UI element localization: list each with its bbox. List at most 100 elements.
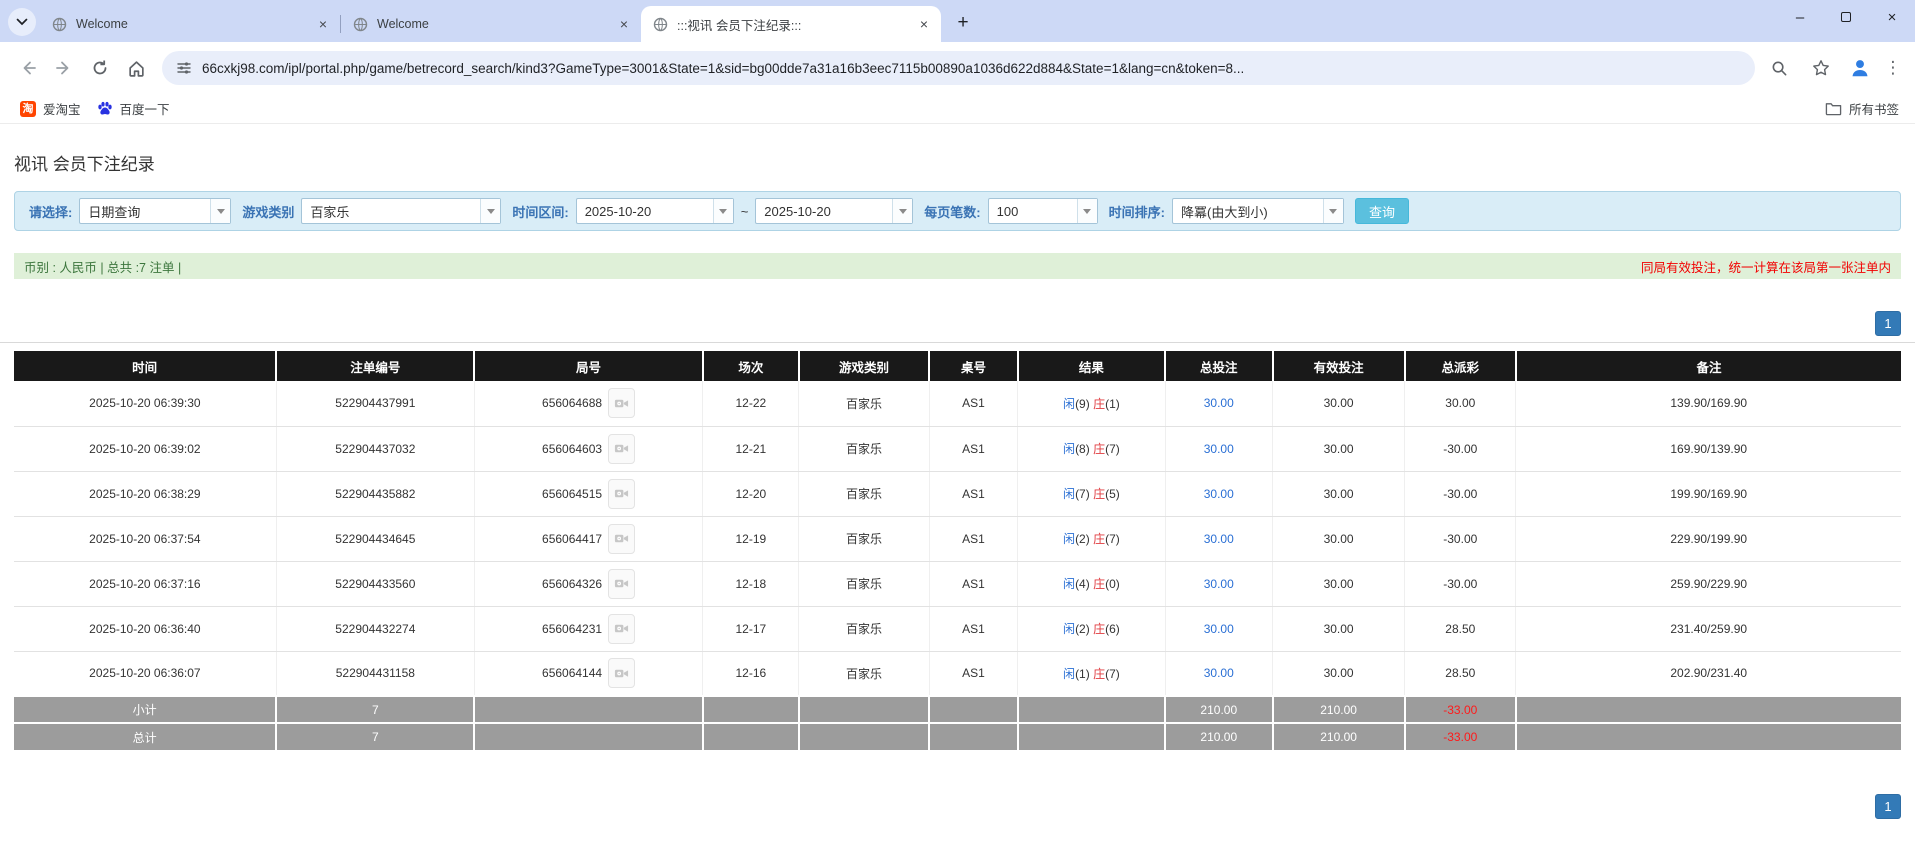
session-cell: 12-21: [703, 426, 799, 471]
round-number: 656064326: [542, 577, 602, 591]
chevron-down-icon[interactable]: [892, 199, 912, 223]
bookmark-baidu[interactable]: 百度一下: [89, 96, 178, 121]
bookmark-star-button[interactable]: [1803, 50, 1839, 86]
banker-score: (0): [1105, 577, 1120, 591]
time-cell: 2025-10-20 06:36:07: [14, 651, 276, 696]
site-info-icon[interactable]: [176, 60, 192, 76]
player-label: 闲: [1063, 532, 1075, 546]
video-replay-button[interactable]: [608, 569, 635, 599]
total-bet-link[interactable]: 30.00: [1204, 442, 1234, 456]
table-no-cell: AS1: [929, 471, 1018, 516]
close-icon[interactable]: ×: [615, 15, 633, 33]
date-from-picker[interactable]: 2025-10-20: [576, 198, 734, 224]
all-bookmarks-button[interactable]: 所有书签: [1825, 99, 1899, 118]
total-bet-link[interactable]: 30.00: [1204, 577, 1234, 591]
game-type-cell: 百家乐: [799, 561, 929, 606]
time-cell: 2025-10-20 06:36:40: [14, 606, 276, 651]
valid-bet-cell: 30.00: [1273, 381, 1405, 426]
video-replay-button[interactable]: [608, 434, 635, 464]
bet-id-cell: 522904432274: [276, 606, 474, 651]
chevron-down-icon: [16, 18, 28, 26]
round-cell: 656064515: [474, 471, 702, 516]
person-icon: [1849, 57, 1871, 79]
chevron-down-icon[interactable]: [713, 199, 733, 223]
chevron-down-icon[interactable]: [1323, 199, 1343, 223]
tab-title: Welcome: [377, 17, 606, 31]
table-no-cell: AS1: [929, 426, 1018, 471]
session-cell: 12-20: [703, 471, 799, 516]
total-bet-cell: 30.00: [1165, 381, 1273, 426]
video-replay-button[interactable]: [608, 524, 635, 554]
browser-tab-strip: Welcome × Welcome × :::视讯 会员下注纪录::: × + …: [0, 0, 1915, 42]
round-cell: 656064144: [474, 651, 702, 696]
page-1-button[interactable]: 1: [1875, 794, 1901, 819]
remark-cell: 229.90/199.90: [1516, 516, 1901, 561]
total-bet-link[interactable]: 30.00: [1204, 487, 1234, 501]
profile-avatar[interactable]: [1845, 53, 1875, 83]
player-score: (1): [1075, 667, 1090, 681]
video-replay-button[interactable]: [608, 658, 635, 688]
back-button[interactable]: [10, 50, 46, 86]
forward-button[interactable]: [46, 50, 82, 86]
page-1-button[interactable]: 1: [1875, 311, 1901, 336]
sort-combobox[interactable]: 降冪(由大到小): [1172, 198, 1344, 224]
col-header-result: 结果: [1018, 351, 1165, 381]
col-header-game: 游戏类别: [799, 351, 929, 381]
game-type-cell: 百家乐: [799, 381, 929, 426]
summary-total-bet-cell: 210.00: [1165, 723, 1273, 750]
home-button[interactable]: [118, 50, 154, 86]
video-replay-button[interactable]: [608, 479, 635, 509]
summary-count-cell: 7: [276, 696, 474, 723]
session-cell: 12-19: [703, 516, 799, 561]
tab-search-button[interactable]: [8, 8, 36, 36]
video-replay-button[interactable]: [608, 614, 635, 644]
menu-kebab-icon[interactable]: ⋮: [1881, 58, 1905, 78]
result-cell: 闲(2) 庄(7): [1018, 516, 1165, 561]
total-bet-link[interactable]: 30.00: [1204, 532, 1234, 546]
game-type-cell: 百家乐: [799, 471, 929, 516]
video-replay-button[interactable]: [608, 388, 635, 418]
bookmark-aitaobao[interactable]: 淘 爱淘宝: [12, 96, 89, 121]
bet-id-cell: 522904435882: [276, 471, 474, 516]
date-from-value: 2025-10-20: [577, 199, 713, 223]
payout-cell: 28.50: [1405, 606, 1516, 651]
total-bet-link[interactable]: 30.00: [1204, 396, 1234, 410]
close-icon[interactable]: ×: [915, 15, 933, 33]
maximize-button[interactable]: [1823, 0, 1869, 34]
minimize-button[interactable]: –: [1777, 0, 1823, 34]
taobao-icon: 淘: [20, 101, 36, 117]
result-cell: 闲(8) 庄(7): [1018, 426, 1165, 471]
new-tab-button[interactable]: +: [949, 9, 977, 37]
total-bet-link[interactable]: 30.00: [1204, 622, 1234, 636]
result-cell: 闲(7) 庄(5): [1018, 471, 1165, 516]
close-icon[interactable]: ×: [314, 15, 332, 33]
folder-icon: [1825, 101, 1842, 116]
round-number: 656064231: [542, 622, 602, 636]
total-bet-link[interactable]: 30.00: [1204, 666, 1234, 680]
chevron-down-icon[interactable]: [210, 199, 230, 223]
banker-label: 庄: [1093, 532, 1105, 546]
table-row: 2025-10-20 06:36:07 522904431158 6560641…: [14, 651, 1901, 696]
zoom-button[interactable]: [1761, 50, 1797, 86]
browser-tab-1[interactable]: Welcome ×: [40, 6, 340, 42]
time-cell: 2025-10-20 06:38:29: [14, 471, 276, 516]
summary-total-bet-cell: 210.00: [1165, 696, 1273, 723]
window-close-button[interactable]: ×: [1869, 0, 1915, 34]
reload-button[interactable]: [82, 50, 118, 86]
summary-valid-bet-cell: 210.00: [1273, 723, 1405, 750]
query-type-combobox[interactable]: 日期查询: [79, 198, 231, 224]
browser-tab-active[interactable]: :::视讯 会员下注纪录::: ×: [641, 6, 941, 42]
col-header-session: 场次: [703, 351, 799, 381]
col-header-round: 局号: [474, 351, 702, 381]
browser-tab-2[interactable]: Welcome ×: [341, 6, 641, 42]
date-to-picker[interactable]: 2025-10-20: [755, 198, 913, 224]
chevron-down-icon[interactable]: [1077, 199, 1097, 223]
url-bar[interactable]: 66cxkj98.com/ipl/portal.php/game/betreco…: [162, 51, 1755, 85]
player-label: 闲: [1063, 397, 1075, 411]
chevron-down-icon[interactable]: [480, 199, 500, 223]
game-type-combobox[interactable]: 百家乐: [301, 198, 501, 224]
page-size-combobox[interactable]: 100: [988, 198, 1098, 224]
payout-cell: -30.00: [1405, 471, 1516, 516]
page-size-label: 每页笔数:: [924, 202, 980, 221]
search-button[interactable]: 查询: [1355, 198, 1409, 224]
